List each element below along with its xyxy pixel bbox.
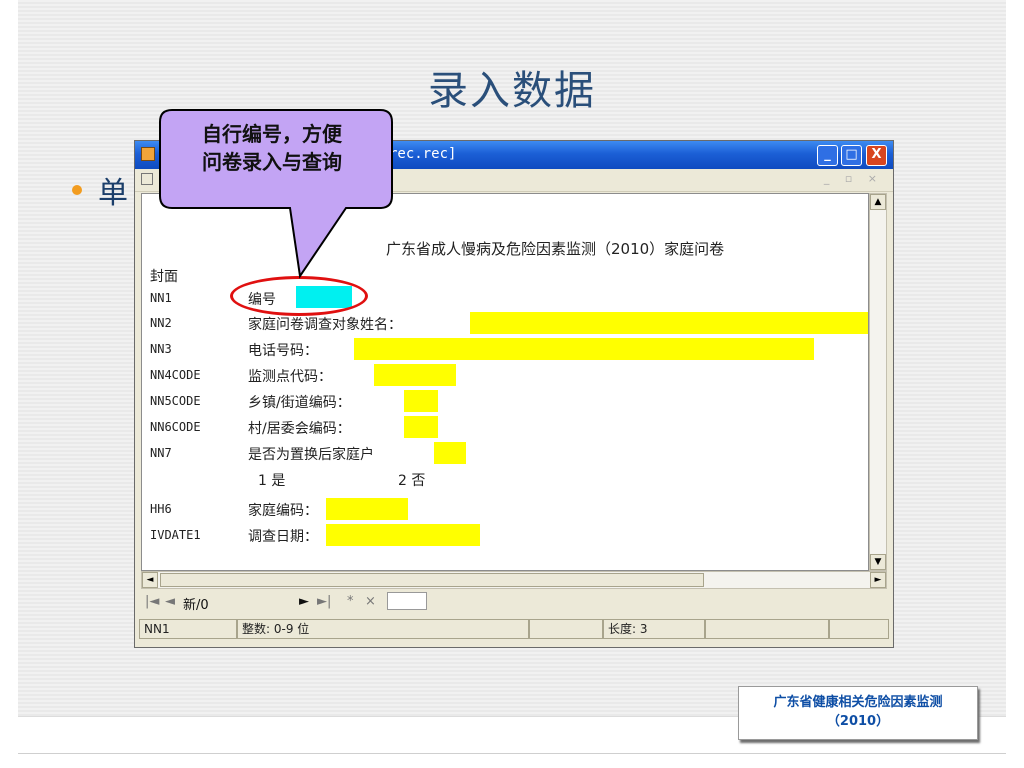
row-label-nn6code: 村/居委会编码： (248, 421, 351, 437)
mdi-controls[interactable]: _ ▫ × (824, 172, 883, 185)
status-blank-1 (529, 619, 603, 639)
row-code-nn6code: NN6CODE (150, 420, 201, 434)
status-field-length: 长度: 3 (603, 619, 705, 639)
record-indicator: 新/0 (183, 598, 209, 613)
callout-line-1: 自行编号，方便 (202, 122, 342, 146)
scroll-down-icon[interactable]: ▼ (870, 554, 886, 570)
app-icon (141, 147, 155, 161)
prev-record-icon[interactable]: ◄ (165, 594, 175, 609)
slide-title: 录入数据 (428, 68, 596, 114)
option-yes: 1 是 (258, 473, 286, 489)
status-blank-3 (829, 619, 889, 639)
close-button[interactable]: X (866, 145, 887, 166)
record-navigator: |◄ ◄ 新/0 ► ►| * × (141, 591, 887, 613)
minimize-button[interactable]: _ (817, 145, 838, 166)
row-label-nn4code: 监测点代码： (248, 369, 332, 385)
epidata-window: rec.rec] _ □ X 帮助 _ ▫ × 广东省成人慢病及危险因素监测（2… (134, 140, 894, 648)
section-label: 封面 (150, 269, 178, 285)
row-label-ivdate1: 调查日期： (248, 529, 318, 545)
field-nn6code[interactable] (404, 416, 438, 438)
last-record-icon[interactable]: ►| (317, 594, 331, 609)
field-nn4code[interactable] (374, 364, 456, 386)
callout-line-2: 问卷录入与查询 (202, 150, 342, 174)
callout-text: 自行编号，方便 问卷录入与查询 (166, 120, 378, 176)
status-field-type: 整数: 0-9 位 (237, 619, 529, 639)
row-code-nn7: NN7 (150, 446, 172, 460)
footer-line-1: 广东省健康相关危险因素监测 (773, 695, 943, 710)
field-ivdate1[interactable] (326, 524, 480, 546)
form-title: 广东省成人慢病及危险因素监测（2010）家庭问卷 (386, 240, 725, 258)
field-nn7[interactable] (434, 442, 466, 464)
row-code-ivdate1: IVDATE1 (150, 528, 201, 542)
scroll-thumb[interactable] (160, 573, 704, 587)
horizontal-scrollbar[interactable]: ◄ ► (141, 571, 887, 589)
statusbar: NN1 整数: 0-9 位 长度: 3 (137, 619, 891, 641)
field-nn2[interactable] (470, 312, 868, 334)
scroll-up-icon[interactable]: ▲ (870, 194, 886, 210)
next-record-icon[interactable]: ► (299, 594, 309, 609)
row-label-hh6: 家庭编码： (248, 503, 318, 519)
row-code-nn3: NN3 (150, 342, 172, 356)
footer-line-2: （2010） (826, 714, 890, 729)
highlight-ellipse (230, 276, 368, 316)
row-label-nn3: 电话号码： (248, 343, 318, 359)
scroll-left-icon[interactable]: ◄ (142, 572, 158, 588)
delete-record-icon[interactable]: × (365, 594, 376, 609)
new-record-icon[interactable]: * (347, 594, 354, 609)
row-code-nn5code: NN5CODE (150, 394, 201, 408)
field-hh6[interactable] (326, 498, 408, 520)
first-record-icon[interactable]: |◄ (145, 594, 159, 609)
status-blank-2 (705, 619, 829, 639)
row-code-nn1: NN1 (150, 291, 172, 305)
maximize-button[interactable]: □ (841, 145, 862, 166)
option-no: 2 否 (398, 473, 426, 489)
field-nn3[interactable] (354, 338, 814, 360)
bullet-text: 单 (98, 176, 128, 211)
row-label-nn2: 家庭问卷调查对象姓名： (248, 317, 402, 333)
bullet-dot-icon (72, 185, 82, 195)
field-nn5code[interactable] (404, 390, 438, 412)
document-icon[interactable] (141, 173, 153, 185)
scroll-right-icon[interactable]: ► (870, 572, 886, 588)
row-label-nn5code: 乡镇/街道编码： (248, 395, 351, 411)
row-code-hh6: HH6 (150, 502, 172, 516)
row-code-nn4code: NN4CODE (150, 368, 201, 382)
form-area: 广东省成人慢病及危险因素监测（2010）家庭问卷 封面 NN1 编号 NN2 家… (141, 193, 869, 571)
status-field-name: NN1 (139, 619, 237, 639)
vertical-scrollbar[interactable]: ▲ ▼ (869, 193, 887, 571)
footer-label: 广东省健康相关危险因素监测 （2010） (738, 686, 978, 740)
window-title: rec.rec] (389, 146, 457, 162)
row-label-nn7: 是否为置换后家庭户 (248, 447, 374, 463)
goto-record-input[interactable] (387, 592, 427, 610)
row-code-nn2: NN2 (150, 316, 172, 330)
